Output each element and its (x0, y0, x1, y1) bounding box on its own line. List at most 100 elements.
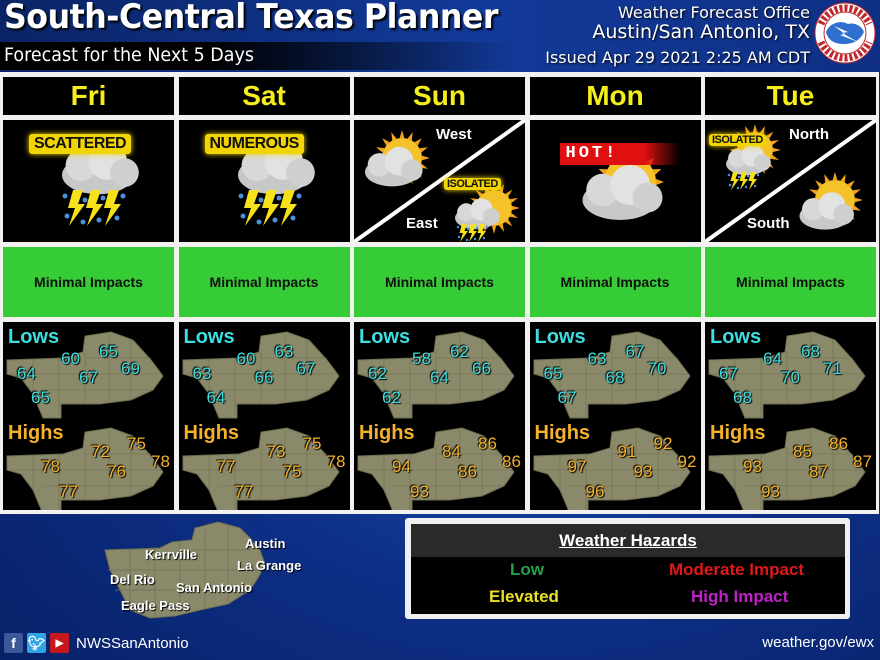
region-label-bottom: South (747, 215, 790, 232)
lows-label: Lows (183, 326, 235, 348)
twitter-icon[interactable]: 🐦︎ (27, 633, 46, 653)
county-map-shape (708, 331, 866, 510)
weather-icon-cell: SCATTERED (3, 120, 174, 242)
region-label-top: North (789, 126, 829, 143)
region-label-bottom: East (406, 215, 438, 232)
header: South-Central Texas Planner Forecast for… (0, 0, 880, 72)
high-temp: 77 (216, 457, 236, 476)
temperature-map: Lows Highs 63 60 63 66 67 64 77 73 75 75 78 77 (178, 322, 350, 510)
office-name: Weather Forecast Office (618, 3, 810, 22)
city-label-del-rio: Del Rio (110, 572, 155, 587)
day-header: Mon (529, 77, 701, 115)
high-temp: 77 (59, 482, 78, 501)
high-temp: 96 (585, 482, 605, 501)
low-temp: 67 (557, 388, 577, 407)
high-temp: 87 (853, 452, 872, 471)
low-temp: 62 (450, 342, 469, 361)
day-column: Mon HOT! Minimal Impacts Lows Highs 65 6… (529, 77, 701, 510)
high-temp: 72 (91, 442, 110, 461)
temperature-map: Lows Highs 65 63 67 68 70 67 97 91 92 93 92 96 (529, 322, 701, 510)
page-subtitle: Forecast for the Next 5 Days (4, 44, 254, 66)
low-temp: 65 (31, 388, 50, 407)
high-temp: 92 (677, 452, 697, 471)
county-map-shape (533, 331, 691, 510)
high-temp: 86 (458, 462, 477, 481)
high-temp: 85 (793, 442, 812, 461)
temperature-map: Lows Highs 67 64 68 70 71 68 93 85 86 87 87 93 (705, 322, 876, 510)
city-label-san-antonio: San Antonio (176, 580, 253, 595)
low-temp: 66 (472, 359, 491, 378)
coverage-tag: SCATTERED (29, 134, 132, 154)
youtube-icon[interactable]: ▶ (50, 633, 69, 653)
low-temp: 66 (254, 368, 274, 387)
day-column: Fri SCATTERED Minimal Impacts Lows Highs… (3, 77, 174, 510)
legend-item-elevated: Elevated (489, 587, 559, 606)
low-temp: 62 (382, 388, 401, 407)
low-temp: 69 (121, 359, 140, 378)
high-temp: 93 (761, 482, 780, 501)
high-temp: 94 (392, 457, 411, 476)
high-temp: 78 (151, 452, 170, 471)
low-temp: 62 (368, 364, 387, 383)
lows-label: Lows (359, 326, 411, 348)
legend-item-high: High Impact (691, 587, 789, 606)
temperature-map: Lows Highs 64 60 65 67 69 65 78 72 75 76 78 77 (3, 322, 174, 510)
high-temp: 86 (829, 434, 848, 453)
high-temp: 87 (809, 462, 828, 481)
low-temp: 64 (206, 388, 226, 407)
low-temp: 70 (781, 368, 800, 387)
coverage-tag: NUMEROUS (204, 134, 304, 154)
high-temp: 78 (326, 452, 346, 471)
day-header: Tue (705, 77, 876, 115)
high-temp: 77 (234, 482, 254, 501)
low-temp: 68 (801, 342, 820, 361)
county-map-shape (182, 331, 340, 510)
day-header: Sat (178, 77, 350, 115)
high-temp: 86 (502, 452, 521, 471)
office-location: Austin/San Antonio, TX (592, 21, 810, 43)
city-label-eagle-pass: Eagle Pass (121, 598, 190, 613)
high-temp: 93 (633, 462, 653, 481)
forecast-grid: Fri SCATTERED Minimal Impacts Lows Highs… (3, 77, 876, 510)
low-temp: 67 (296, 359, 316, 378)
legend-title: Weather Hazards (559, 530, 697, 550)
low-temp: 64 (763, 349, 782, 368)
low-temp: 63 (274, 342, 294, 361)
day-column: Sun West East ISOLATED Minimal Impacts L… (354, 77, 525, 510)
day-header: Fri (3, 77, 174, 115)
high-temp: 86 (478, 434, 497, 453)
lows-label: Lows (710, 326, 762, 348)
high-temp: 73 (266, 442, 286, 461)
weather-icon-cell: NUMEROUS (178, 120, 350, 242)
weather-icon-cell: ISOLATED North South (705, 120, 876, 242)
issued-timestamp: Issued Apr 29 2021 2:25 AM CDT (545, 48, 810, 67)
social-links: f 🐦︎ ▶ NWSSanAntonio (4, 633, 189, 653)
hot-partly-cloudy-icon (582, 148, 664, 220)
day-column: Sat NUMEROUS Minimal Impacts Lows Highs … (178, 77, 350, 510)
low-temp: 67 (719, 364, 738, 383)
low-temp: 60 (236, 349, 256, 368)
high-temp: 97 (567, 457, 587, 476)
low-temp: 68 (733, 388, 752, 407)
low-temp: 65 (99, 342, 118, 361)
day-header: Sun (354, 77, 525, 115)
impact-level: Minimal Impacts (354, 247, 525, 317)
social-handle[interactable]: NWSSanAntonio (76, 635, 189, 652)
highs-label: Highs (534, 422, 591, 444)
low-temp: 68 (605, 368, 625, 387)
highs-label: Highs (710, 422, 766, 444)
facebook-icon[interactable]: f (4, 633, 23, 653)
impact-level: Minimal Impacts (705, 247, 876, 317)
impact-level: Minimal Impacts (178, 247, 350, 317)
city-label-la-grange: La Grange (237, 558, 302, 573)
highs-label: Highs (8, 422, 64, 444)
low-temp: 64 (430, 368, 449, 387)
low-temp: 67 (625, 342, 645, 361)
lows-label: Lows (8, 326, 60, 348)
high-temp: 84 (442, 442, 461, 461)
website-link[interactable]: weather.gov/ewx (762, 634, 874, 651)
low-temp: 64 (17, 364, 36, 383)
high-temp: 75 (302, 434, 322, 453)
low-temp: 65 (543, 364, 563, 383)
coverage-tag: ISOLATED (444, 178, 501, 190)
